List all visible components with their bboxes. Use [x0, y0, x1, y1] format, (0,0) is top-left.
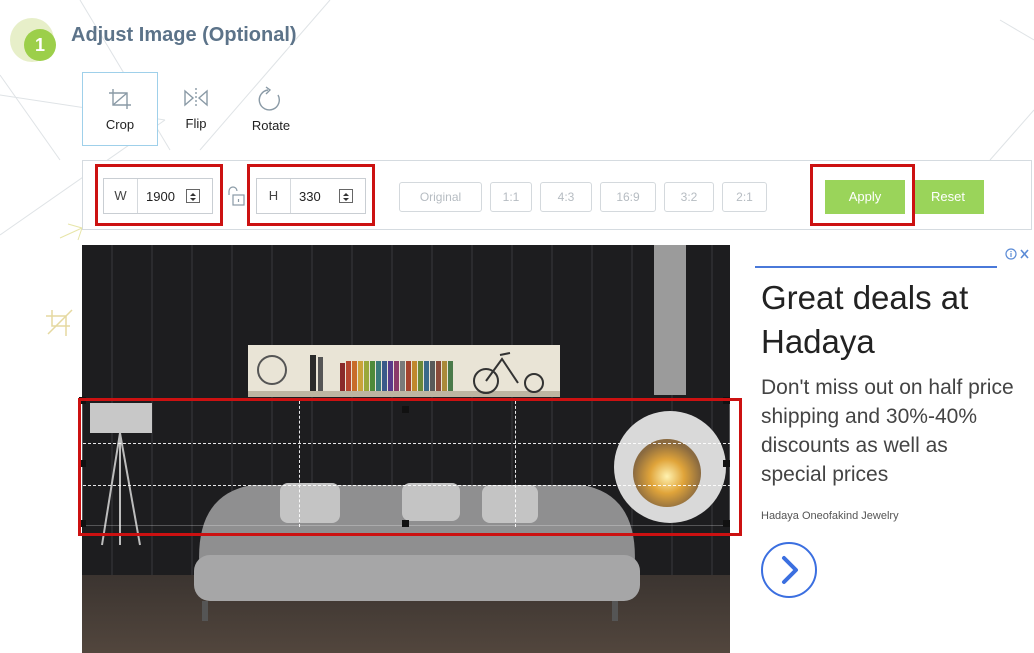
page-title: Adjust Image (Optional) [71, 24, 297, 46]
ratio-16-9-button[interactable]: 16:9 [600, 182, 656, 212]
crop-tool-label: Crop [105, 117, 135, 132]
flip-tool-label: Flip [185, 116, 207, 131]
ratio-2-1-button[interactable]: 2:1 [722, 182, 767, 212]
rotate-tool-button[interactable]: Rotate [233, 72, 309, 146]
lock-open-icon[interactable] [224, 186, 246, 208]
rotate-icon [258, 86, 280, 111]
ad-headline[interactable]: Great deals at Hadaya [761, 276, 1011, 364]
ratio-original-button[interactable]: Original [399, 182, 482, 212]
ad-cta-button[interactable] [761, 542, 817, 598]
rotate-tool-label: Rotate [251, 118, 291, 133]
width-field-highlight [95, 164, 223, 226]
flip-tool-button[interactable]: Flip [158, 72, 234, 146]
step-badge: 1 [10, 18, 56, 62]
chevron-right-icon [782, 556, 798, 584]
crop-icon [109, 89, 131, 109]
height-field-highlight [247, 164, 375, 226]
flip-icon [184, 88, 208, 108]
ad-body[interactable]: Don't miss out on half price shipping an… [761, 373, 1016, 489]
ad-divider [755, 266, 997, 268]
crop-tool-button[interactable]: Crop [82, 72, 158, 146]
apply-button-highlight [810, 164, 915, 226]
step-number: 1 [24, 29, 56, 61]
ad-choices-icon[interactable] [1005, 247, 1031, 261]
ratio-4-3-button[interactable]: 4:3 [540, 182, 592, 212]
ratio-1-1-button[interactable]: 1:1 [490, 182, 532, 212]
crop-selection-highlight [78, 398, 742, 536]
ratio-3-2-button[interactable]: 3:2 [664, 182, 714, 212]
ad-source[interactable]: Hadaya Oneofakind Jewelry [761, 510, 899, 522]
reset-button[interactable]: Reset [912, 180, 984, 214]
